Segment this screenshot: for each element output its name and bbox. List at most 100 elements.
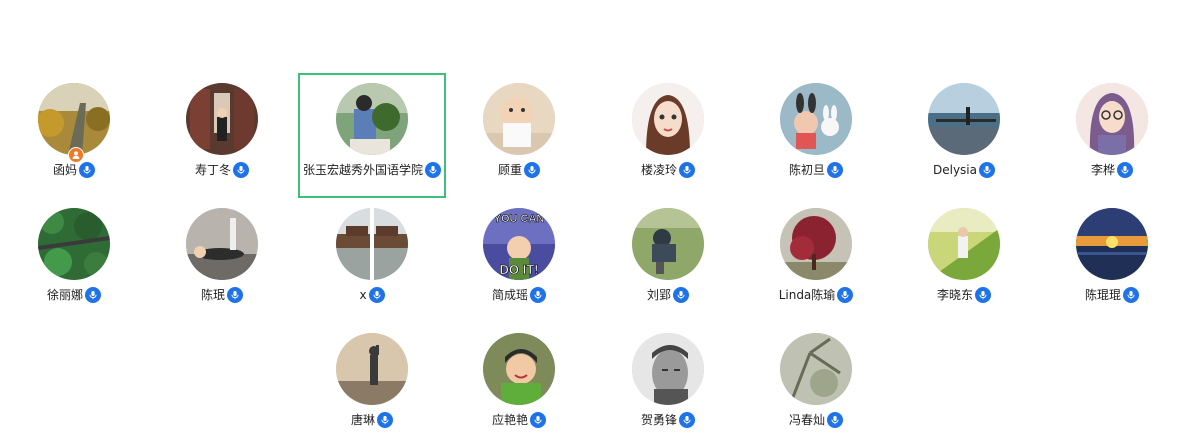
avatar: YOU CAN DO IT!	[483, 208, 555, 280]
avatar	[38, 83, 110, 155]
participant-name: 楼凌玲	[640, 163, 677, 177]
participant-tile[interactable]: x	[298, 198, 446, 323]
avatar	[186, 208, 258, 280]
avatar	[336, 208, 408, 280]
participant-tile[interactable]: 顾重	[445, 73, 593, 198]
avatar	[632, 333, 704, 405]
participant-name-row: 唐琳	[298, 411, 446, 429]
mic-icon[interactable]	[975, 287, 991, 303]
participant-name-row: 楼凌玲	[594, 161, 742, 179]
avatar	[483, 333, 555, 405]
mic-icon[interactable]	[227, 287, 243, 303]
mic-icon[interactable]	[530, 412, 546, 428]
participant-tile[interactable]: 楼凌玲	[594, 73, 742, 198]
participant-name: 寿丁冬	[194, 163, 231, 177]
participant-name-row: 张玉宏越秀外国语学院	[300, 161, 444, 179]
avatar	[780, 83, 852, 155]
participant-tile[interactable]: 冯春灿	[742, 323, 890, 437]
participant-name: 陈初旦	[788, 163, 825, 177]
participant-name: 顾重	[497, 163, 522, 177]
participant-tile[interactable]: 唐琳	[298, 323, 446, 437]
participant-name-row: x	[298, 286, 446, 304]
participant-name-row: 李晓东	[890, 286, 1038, 304]
participant-name: 刘郢	[646, 288, 671, 302]
avatar	[38, 208, 110, 280]
mic-icon[interactable]	[79, 162, 95, 178]
participant-name: x	[359, 288, 367, 302]
participant-tile[interactable]: 李桦	[1038, 73, 1186, 198]
participant-name: 函妈	[52, 163, 77, 177]
avatar	[780, 208, 852, 280]
participant-name: Linda陈瑜	[778, 288, 836, 302]
mic-icon[interactable]	[1123, 287, 1139, 303]
mic-icon[interactable]	[233, 162, 249, 178]
avatar	[632, 83, 704, 155]
participant-tile[interactable]: 张玉宏越秀外国语学院	[298, 73, 446, 198]
participant-name-row: 李桦	[1038, 161, 1186, 179]
participant-name: 贺勇锋	[640, 413, 677, 427]
avatar-caption-top: YOU CAN	[494, 213, 545, 225]
mic-icon[interactable]	[377, 412, 393, 428]
participant-name-row: 徐丽娜	[0, 286, 148, 304]
mic-icon[interactable]	[827, 162, 843, 178]
avatar	[928, 208, 1000, 280]
mic-icon[interactable]	[673, 287, 689, 303]
participant-name-row: 冯春灿	[742, 411, 890, 429]
participant-name: 冯春灿	[788, 413, 825, 427]
avatar	[928, 83, 1000, 155]
avatar	[336, 83, 408, 155]
participant-name-row: 陈珉	[148, 286, 296, 304]
participant-name-row: 陈琨琨	[1038, 286, 1186, 304]
participant-tile[interactable]: 应艳艳	[445, 323, 593, 437]
participant-name-row: Delysia	[890, 161, 1038, 179]
mic-icon[interactable]	[425, 162, 441, 178]
participant-name-row: 简成瑶	[445, 286, 593, 304]
participant-tile[interactable]: 寿丁冬	[148, 73, 296, 198]
mic-icon[interactable]	[979, 162, 995, 178]
participant-name-row: 陈初旦	[742, 161, 890, 179]
mic-icon[interactable]	[837, 287, 854, 303]
participant-name: Delysia	[933, 163, 977, 177]
avatar	[780, 333, 852, 405]
participant-name: 陈琨琨	[1084, 288, 1121, 302]
participant-name-row: 寿丁冬	[148, 161, 296, 179]
mic-icon[interactable]	[1117, 162, 1133, 178]
participant-name: 张玉宏越秀外国语学院	[302, 163, 423, 177]
participant-name: 应艳艳	[491, 413, 528, 427]
mic-icon[interactable]	[679, 162, 695, 178]
participant-name: 陈珉	[200, 288, 225, 302]
participant-tile[interactable]: 徐丽娜	[0, 198, 148, 323]
participant-name-row: 贺勇锋	[594, 411, 742, 429]
participant-tile[interactable]: Delysia	[890, 73, 1038, 198]
mic-icon[interactable]	[530, 287, 546, 303]
participant-tile[interactable]: 贺勇锋	[594, 323, 742, 437]
mic-icon[interactable]	[679, 412, 695, 428]
participant-tile[interactable]: 函妈	[0, 73, 148, 198]
mic-icon[interactable]	[827, 412, 843, 428]
participant-name-row: 应艳艳	[445, 411, 593, 429]
avatar	[632, 208, 704, 280]
participant-tile[interactable]: 陈琨琨	[1038, 198, 1186, 323]
avatar-caption-bottom: DO IT!	[500, 262, 539, 277]
mic-icon[interactable]	[524, 162, 540, 178]
participant-name-row: Linda陈瑜	[742, 286, 890, 304]
mic-icon[interactable]	[368, 287, 385, 303]
avatar	[186, 83, 258, 155]
participant-tile[interactable]: YOU CAN DO IT! 简成瑶	[445, 198, 593, 323]
participant-tile[interactable]: 陈珉	[148, 198, 296, 323]
avatar	[483, 83, 555, 155]
participant-name-row: 刘郢	[594, 286, 742, 304]
participant-name: 徐丽娜	[46, 288, 83, 302]
participant-name: 简成瑶	[491, 288, 528, 302]
participant-tile[interactable]: 李晓东	[890, 198, 1038, 323]
participant-name: 李晓东	[936, 288, 973, 302]
participant-name-row: 函妈	[0, 161, 148, 179]
avatar	[1076, 208, 1148, 280]
participant-name-row: 顾重	[445, 161, 593, 179]
participant-tile[interactable]: Linda陈瑜	[742, 198, 890, 323]
mic-icon[interactable]	[85, 287, 101, 303]
participant-tile[interactable]: 陈初旦	[742, 73, 890, 198]
participant-name: 唐琳	[350, 413, 375, 427]
avatar	[1076, 83, 1148, 155]
participant-tile[interactable]: 刘郢	[594, 198, 742, 323]
